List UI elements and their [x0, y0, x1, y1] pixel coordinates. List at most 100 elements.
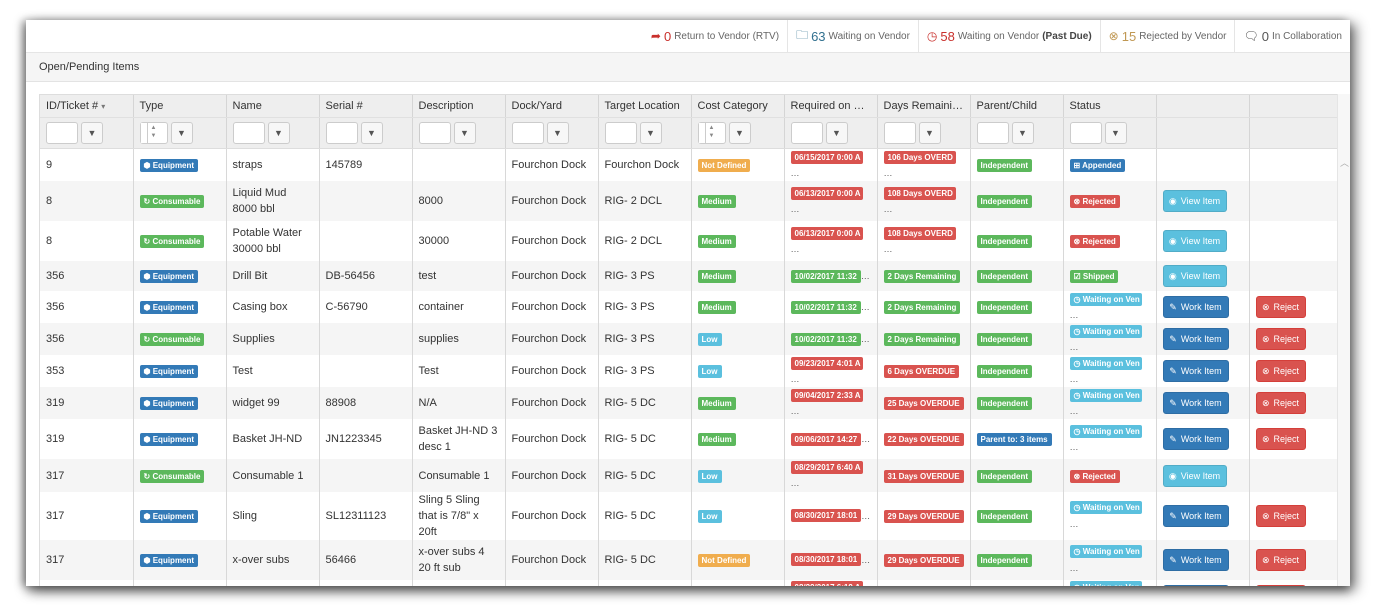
work-item-button[interactable]: ✎Work Item [1162, 360, 1229, 383]
reject-button[interactable]: ⊗Reject [1255, 360, 1306, 383]
filter-input[interactable] [790, 122, 823, 144]
view-item-button[interactable]: ◉ View Item [1162, 190, 1227, 213]
stat-4[interactable]: 🗨 0 In Collaboration [1234, 20, 1350, 52]
column-header-2[interactable]: Name [226, 95, 320, 118]
reject-button[interactable]: ⊗Reject [1255, 548, 1306, 571]
filter-button[interactable]: ▼ [453, 122, 476, 144]
stat-3[interactable]: ⊗ 15 Rejected by Vendor [1099, 20, 1235, 52]
filter-input[interactable] [976, 122, 1009, 144]
reject-button[interactable]: ⊗Reject [1255, 392, 1306, 415]
cell-cost: Low [691, 459, 785, 492]
filter-dropdown-stepper[interactable]: ▲ ▼ [139, 122, 168, 144]
clock-icon: ◷ [1073, 326, 1083, 336]
days-remaining-badge: 2 Days Remaining [883, 270, 961, 284]
parent-child-badge: Independent [976, 365, 1033, 379]
filter-input[interactable] [883, 122, 916, 144]
table-row[interactable]: 317 ⬢ Equipment x-over subs 56466 x-over sub… [40, 539, 1338, 580]
edit-icon: ✎ [1169, 366, 1177, 377]
required-date-badge: 09/06/2017 14:27 [790, 433, 862, 447]
filter-button[interactable]: ▼ [267, 122, 290, 144]
filter-input[interactable] [325, 122, 358, 144]
column-header-7[interactable]: Cost Category [691, 95, 785, 118]
cell-required: 08/30/2017 18:01… [784, 539, 878, 580]
sort-desc-icon[interactable]: ▾ [101, 102, 105, 111]
reject-button[interactable]: ⊗Reject [1255, 328, 1306, 351]
filter-dropdown-stepper[interactable]: ▲ ▼ [697, 122, 726, 144]
column-header-6[interactable]: Target Location [598, 95, 692, 118]
filter-button[interactable]: ▼ [728, 122, 751, 144]
table-row[interactable]: 353 ⬢ Equipment Test Test Fourchon Dock RIG- … [40, 355, 1338, 388]
work-item-button[interactable]: ✎Work Item [1162, 328, 1229, 351]
filter-button[interactable]: ▼ [546, 122, 569, 144]
type-badge: ⬢ Equipment [139, 365, 199, 379]
column-header-8[interactable]: Required on D... [784, 95, 878, 118]
table-row[interactable]: 317 ↻ Consumable Consumable 1 Consumable 1F… [40, 459, 1338, 492]
work-item-button[interactable]: ✎Work Item [1162, 548, 1229, 571]
work-item-button[interactable]: ✎Work Item [1162, 392, 1229, 415]
column-header-13[interactable] [1249, 95, 1338, 118]
cell-reject: ⊗Reject [1249, 291, 1338, 324]
column-header-0[interactable]: ID/Ticket # ▾ [40, 95, 134, 118]
table-row[interactable]: 317 ⬢ Equipment Sling SL12311123 Sling 5 Sli… [40, 491, 1338, 540]
filter-input[interactable] [418, 122, 451, 144]
view-item-button[interactable]: ◉ View Item [1162, 464, 1227, 487]
cost-badge: Medium [697, 433, 736, 447]
filter-input[interactable] [511, 122, 544, 144]
stat-1[interactable]: 🗀 63 Waiting on Vendor [787, 20, 918, 52]
reject-button[interactable]: ⊗Reject [1255, 504, 1306, 527]
work-item-button[interactable]: ✎Work Item [1162, 584, 1229, 586]
reject-button[interactable]: ⊗Reject [1255, 584, 1306, 586]
scroll-up-icon[interactable]: ︿ [1340, 156, 1349, 169]
table-row[interactable]: 9 ⬢ Equipment straps 145789 Fourchon Dock Fou… [40, 148, 1338, 182]
filter-input[interactable] [46, 122, 78, 144]
filter-input[interactable] [1069, 122, 1102, 144]
table-row[interactable]: 319 ⬢ Equipment Basket JH-ND JN1223345 Baske… [40, 419, 1338, 460]
table-row[interactable]: 356 ⬢ Equipment Drill Bit DB-56456 test Fourc… [40, 261, 1338, 292]
filter-input[interactable] [604, 122, 637, 144]
up-down-arrows-icon[interactable]: ▲ ▼ [709, 124, 715, 140]
eye-icon: ◉ [1168, 236, 1177, 247]
vertical-scrollbar[interactable]: ︿ [1337, 94, 1350, 586]
cell-cost: Medium [691, 579, 785, 586]
filter-button[interactable]: ▼ [1011, 122, 1034, 144]
view-item-button[interactable]: ◉ View Item [1162, 230, 1227, 253]
stat-0[interactable]: ➦ 0 Return to Vendor (RTV) [643, 20, 787, 52]
table-row[interactable]: 8 ↻ Consumable Potable Water 30000 bbl 3000… [40, 221, 1338, 262]
stat-2[interactable]: ◷ 58 Waiting on Vendor (Past Due) [917, 20, 1100, 52]
work-item-button[interactable]: ✎Work Item [1162, 428, 1229, 451]
filter-button[interactable]: ▼ [825, 122, 848, 144]
table-row[interactable]: 315⬢ EquipmentBHABHAFourchon DockRIG- 2 … [40, 579, 1338, 586]
status-summary-bar: ➦ 0 Return to Vendor (RTV) 🗀 63 Waiting on Ve… [26, 20, 1350, 53]
filter-button[interactable]: ▼ [639, 122, 662, 144]
filter-button[interactable]: ▼ [81, 122, 103, 144]
cell-type: ⬢ Equipment [133, 148, 227, 182]
table-row[interactable]: 356 ↻ Consumable Supplies supplies Fourchon … [40, 323, 1338, 356]
column-header-5[interactable]: Dock/Yard [505, 95, 599, 118]
column-header-12[interactable] [1156, 95, 1250, 118]
reject-button[interactable]: ⊗Reject [1255, 428, 1306, 451]
column-header-3[interactable]: Serial # [319, 95, 413, 118]
filter-button[interactable]: ▼ [918, 122, 941, 144]
view-item-button[interactable]: ◉ View Item [1162, 265, 1227, 288]
filter-input[interactable] [232, 122, 265, 144]
reject-button[interactable]: ⊗Reject [1255, 296, 1306, 319]
column-header-4[interactable]: Description [412, 95, 506, 118]
work-item-button[interactable]: ✎Work Item [1162, 504, 1229, 527]
column-header-1[interactable]: Type [133, 95, 227, 118]
cell-name: Consumable 1 [226, 459, 320, 492]
filter-button[interactable]: ▼ [1104, 122, 1127, 144]
table-row[interactable]: 8 ↻ Consumable Liquid Mud 8000 bbl 8000 Four… [40, 181, 1338, 222]
column-header-label: Description [418, 100, 474, 112]
column-header-9[interactable]: Days Remaining [877, 95, 971, 118]
work-item-button[interactable]: ✎Work Item [1162, 296, 1229, 319]
days-remaining-badge: 6 Days OVERDUE [883, 365, 960, 379]
up-down-arrows-icon[interactable]: ▲ ▼ [151, 124, 157, 140]
column-header-10[interactable]: Parent/Child [970, 95, 1064, 118]
table-row[interactable]: 319 ⬢ Equipment widget 99 88908 N/A Fourchon … [40, 387, 1338, 420]
parent-child-badge: Independent [976, 509, 1033, 523]
table-row[interactable]: 356 ⬢ Equipment Casing box C-56790 container… [40, 291, 1338, 324]
column-header-11[interactable]: Status [1063, 95, 1157, 118]
status-badge: ⊗ Rejected [1069, 195, 1120, 209]
filter-button[interactable]: ▼ [170, 122, 193, 144]
filter-button[interactable]: ▼ [360, 122, 383, 144]
